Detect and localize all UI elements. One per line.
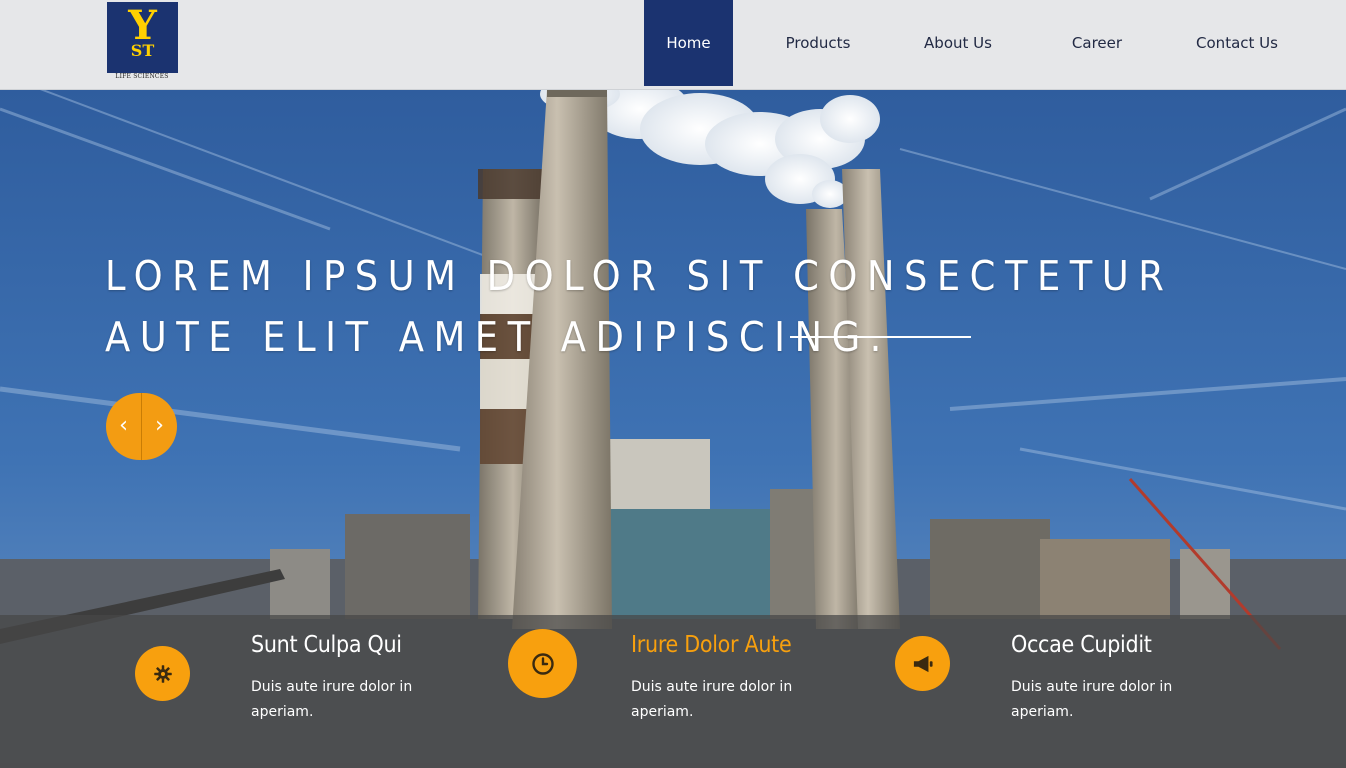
slider-prev-button[interactable]: ‹ [106, 393, 141, 460]
feature-3-title[interactable]: Occae Cupidit [1011, 632, 1152, 658]
clock-icon [531, 652, 554, 675]
hero-slider: LOREM IPSUM DOLOR SIT CONSECTETUR AUTE E… [0, 89, 1346, 768]
megaphone-icon [913, 655, 933, 672]
chevron-left-icon: ‹ [119, 413, 128, 438]
slider-controls: ‹ › [106, 393, 177, 460]
feature-2-title[interactable]: Irure Dolor Aute [631, 632, 792, 658]
feature-1-title[interactable]: Sunt Culpa Qui [251, 632, 402, 658]
feature-3-text: Duis aute irure dolor in aperiam. [1011, 679, 1173, 720]
main-nav: Home Products About Us Career Contact Us [0, 0, 1346, 89]
site-header: Y ST LIFE SCIENCES Home Products About U… [0, 0, 1346, 90]
nav-contact-us[interactable]: Contact Us [1186, 0, 1288, 86]
feature-2-icon-badge[interactable] [508, 629, 577, 698]
hero-headline-line-2: AUTE ELIT AMET ADIPISCING. [105, 313, 891, 361]
nav-career[interactable]: Career [1047, 0, 1147, 86]
hero-headline-line-1: LOREM IPSUM DOLOR SIT CONSECTETUR [105, 252, 1174, 300]
feature-1-text: Duis aute irure dolor in aperiam. [251, 679, 413, 720]
features-band: Sunt Culpa Qui Duis aute irure dolor in … [0, 615, 1346, 768]
nav-about-us[interactable]: About Us [908, 0, 1008, 86]
nav-products[interactable]: Products [768, 0, 868, 86]
feature-1-icon-badge[interactable] [135, 646, 190, 701]
nav-home[interactable]: Home [644, 0, 733, 86]
feature-2-text: Duis aute irure dolor in aperiam. [631, 679, 793, 720]
chevron-right-icon: › [155, 413, 164, 438]
headline-divider [790, 336, 971, 338]
gear-icon [153, 664, 172, 683]
feature-3-icon-badge[interactable] [895, 636, 950, 691]
slider-next-button[interactable]: › [142, 393, 177, 460]
